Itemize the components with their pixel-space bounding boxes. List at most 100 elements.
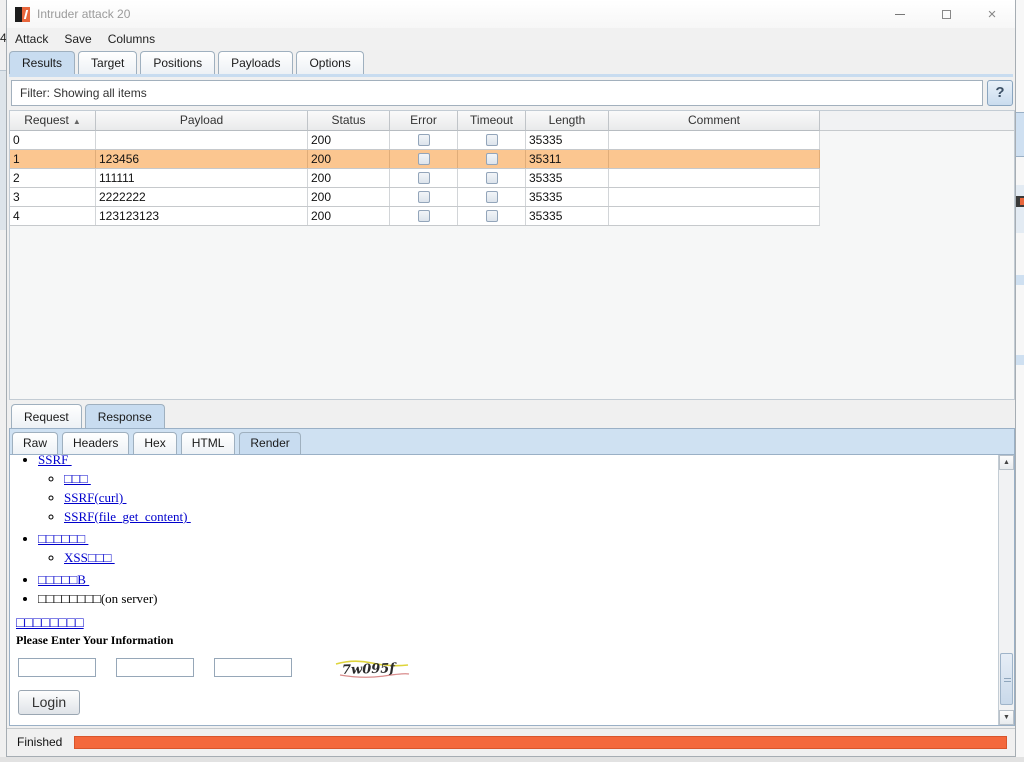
cell-timeout: [458, 188, 526, 206]
tab-request[interactable]: Request: [11, 404, 82, 428]
list-item: □□□□□□□□(on server): [38, 591, 995, 607]
cell-error: [390, 207, 458, 225]
cell-comment: [609, 150, 820, 168]
view-tab-headers[interactable]: Headers: [62, 432, 129, 454]
table-row[interactable]: 020035335: [10, 131, 820, 150]
rendered-heading-link[interactable]: □□□□□□□□: [16, 616, 84, 632]
menu-save[interactable]: Save: [64, 32, 91, 46]
cell-error: [390, 169, 458, 187]
table-row[interactable]: 412312312320035335: [10, 207, 820, 226]
cell-request: 0: [10, 131, 96, 149]
view-tab-render[interactable]: Render: [239, 432, 300, 454]
scrollbar-thumb[interactable]: [1000, 653, 1013, 705]
column-header-label: Payload: [180, 113, 223, 127]
help-button[interactable]: ?: [987, 80, 1013, 106]
statusbar: Finished: [7, 728, 1015, 755]
tab-options[interactable]: Options: [296, 51, 363, 74]
timeout-checkbox[interactable]: [486, 210, 498, 222]
view-tab-html[interactable]: HTML: [181, 432, 236, 454]
form-heading: Please Enter Your Information: [16, 633, 995, 648]
rendered-link[interactable]: XSS□□□: [64, 550, 115, 565]
list-item: SSRF(curl): [64, 490, 995, 506]
table-row[interactable]: 112345620035311: [10, 150, 820, 169]
captcha-image: 7w095f: [334, 658, 410, 682]
rendered-link[interactable]: □□□□□□: [38, 531, 88, 546]
cell-length: 35335: [526, 188, 609, 206]
close-button[interactable]: ×: [969, 0, 1015, 28]
column-header-error[interactable]: Error: [390, 111, 458, 131]
table-row[interactable]: 3222222220035335: [10, 188, 820, 207]
login-button[interactable]: Login: [18, 690, 80, 715]
tab-results[interactable]: Results: [9, 51, 75, 74]
rendered-link-list: SSRF □□□ SSRF(curl) SSRF(file_get_conten…: [38, 454, 995, 607]
rendered-link[interactable]: □□□: [64, 471, 91, 486]
results-table-header-filler: [820, 111, 1014, 131]
filter-box[interactable]: Filter: Showing all items: [11, 80, 983, 106]
menu-columns[interactable]: Columns: [108, 32, 155, 46]
timeout-checkbox[interactable]: [486, 134, 498, 146]
cell-error: [390, 188, 458, 206]
table-row[interactable]: 211111120035335: [10, 169, 820, 188]
tabstrip-underline: [9, 74, 1013, 77]
rendered-link[interactable]: SSRF(file_get_content): [64, 509, 191, 524]
column-header-request[interactable]: Request▲: [10, 111, 96, 131]
cell-status: 200: [308, 169, 390, 187]
background-fragment: [1016, 275, 1024, 285]
error-checkbox[interactable]: [418, 191, 430, 203]
cell-payload: 123456: [96, 150, 308, 168]
column-header-label: Length: [549, 113, 586, 127]
login-input-2[interactable]: [116, 658, 194, 677]
rendered-link[interactable]: SSRF: [38, 454, 72, 467]
view-tab-raw[interactable]: Raw: [12, 432, 58, 454]
window-title: Intruder attack 20: [37, 7, 130, 21]
maximize-button[interactable]: [923, 0, 969, 28]
error-checkbox[interactable]: [418, 134, 430, 146]
list-item: □□□□□B: [38, 572, 995, 588]
timeout-checkbox[interactable]: [486, 172, 498, 184]
login-form-row: 7w095f: [18, 658, 995, 682]
tab-positions[interactable]: Positions: [140, 51, 215, 74]
error-checkbox[interactable]: [418, 153, 430, 165]
column-header-timeout[interactable]: Timeout: [458, 111, 526, 131]
error-checkbox[interactable]: [418, 210, 430, 222]
tab-response[interactable]: Response: [85, 404, 165, 428]
sort-ascending-icon: ▲: [73, 117, 81, 126]
response-scrollbar[interactable]: ▲ ▼: [998, 455, 1014, 725]
cell-timeout: [458, 150, 526, 168]
login-input-1[interactable]: [18, 658, 96, 677]
view-tab-hex[interactable]: Hex: [133, 432, 176, 454]
scroll-up-icon[interactable]: ▲: [999, 455, 1014, 470]
scroll-down-icon[interactable]: ▼: [999, 710, 1014, 725]
minimize-button[interactable]: [877, 0, 923, 28]
timeout-checkbox[interactable]: [486, 191, 498, 203]
background-fragment: [1016, 185, 1024, 233]
background-fragment: [1016, 355, 1024, 365]
column-header-status[interactable]: Status: [308, 111, 390, 131]
cell-request: 4: [10, 207, 96, 225]
column-header-payload[interactable]: Payload: [96, 111, 308, 131]
cell-status: 200: [308, 207, 390, 225]
list-item: SSRF □□□ SSRF(curl) SSRF(file_get_conten…: [38, 454, 995, 525]
menu-attack[interactable]: Attack: [15, 32, 48, 46]
timeout-checkbox[interactable]: [486, 153, 498, 165]
rendered-link[interactable]: □□□□□B: [38, 572, 89, 587]
tab-payloads[interactable]: Payloads: [218, 51, 293, 74]
background-fragment: [1016, 112, 1024, 157]
column-header-label: Status: [331, 113, 365, 127]
login-input-3[interactable]: [214, 658, 292, 677]
cell-payload: 123123123: [96, 207, 308, 225]
error-checkbox[interactable]: [418, 172, 430, 184]
results-table: Request▲ Payload Status Error Timeout Length C…: [9, 110, 1015, 400]
column-header-length[interactable]: Length: [526, 111, 609, 131]
column-header-label: Timeout: [470, 113, 513, 127]
rendered-link[interactable]: SSRF(curl): [64, 490, 126, 505]
attack-status-label: Finished: [17, 735, 62, 749]
tab-target[interactable]: Target: [78, 51, 137, 74]
background-window-right-sliver: [1016, 0, 1024, 762]
minimize-icon: [895, 14, 905, 15]
message-editor-tabs: RequestResponse: [11, 404, 168, 428]
cell-payload: 2222222: [96, 188, 308, 206]
column-header-comment[interactable]: Comment: [609, 111, 820, 131]
list-item: XSS□□□: [64, 550, 995, 566]
background-tab-icon-fragment: [1016, 196, 1024, 207]
